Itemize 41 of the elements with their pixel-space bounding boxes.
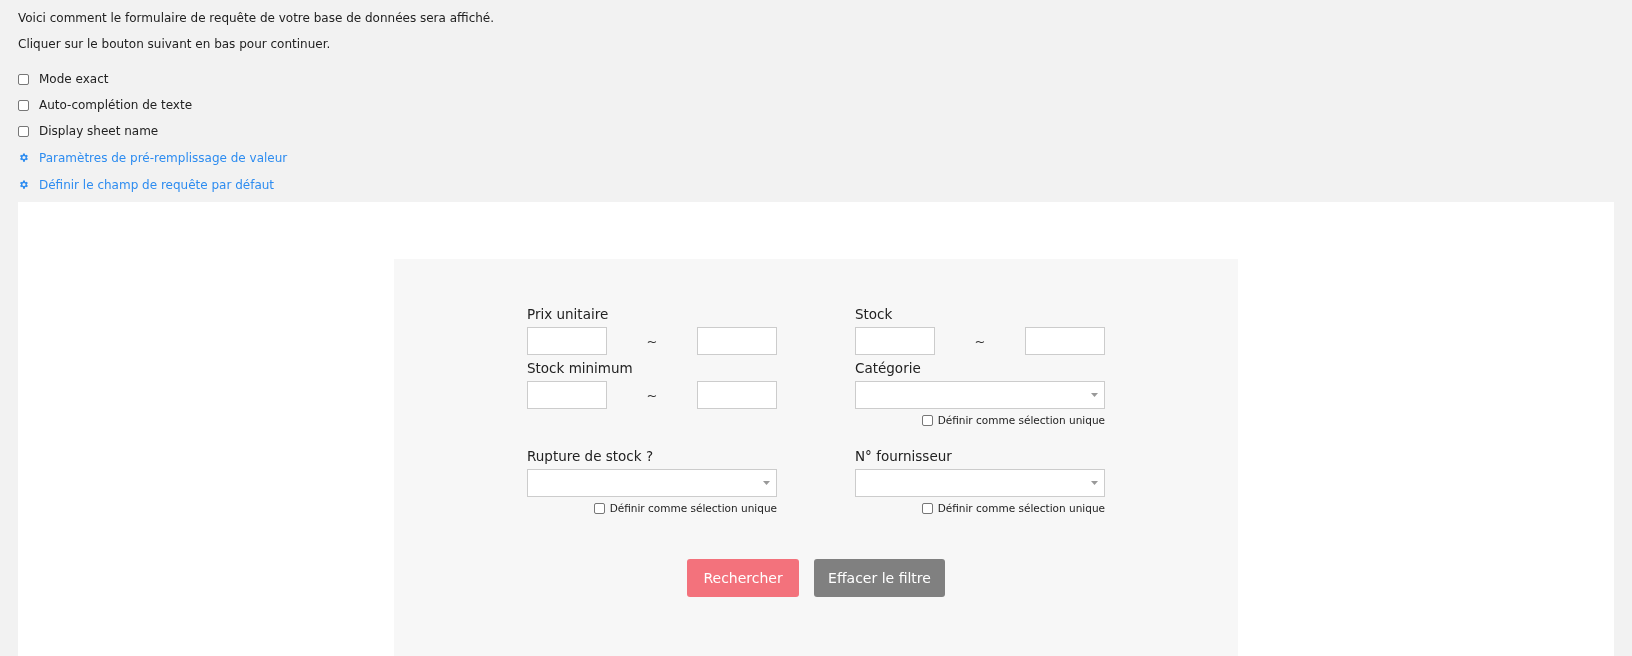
range-separator: ~ (973, 333, 987, 349)
option-label: Auto-complétion de texte (39, 98, 193, 112)
field-label: N° fournisseur (855, 447, 953, 466)
option-label: Display sheet name (39, 124, 159, 138)
field-label: Catégorie (855, 359, 922, 378)
range-from-input[interactable] (527, 381, 607, 409)
dropdown-field[interactable] (527, 469, 777, 497)
option-label: Définir comme sélection unique (937, 502, 1105, 514)
range-to-input[interactable] (697, 327, 777, 355)
checkbox[interactable] (18, 99, 29, 111)
field-label: Stock minimum (527, 359, 634, 378)
checkbox[interactable] (921, 502, 933, 514)
settings-link[interactable]: Paramètres de pré-remplissage de valeur (39, 150, 288, 165)
intro-text: Cliquer sur le bouton suivant en bas pour continuer. (18, 36, 332, 52)
intro-text: Voici comment le formulaire de requête de votre base de données sera affiché. (18, 10, 496, 26)
settings-link[interactable]: Définir le champ de requête par défaut (39, 177, 275, 192)
range-from-input[interactable] (527, 327, 607, 355)
option-label: Définir comme sélection unique (609, 502, 777, 514)
dropdown-field[interactable] (855, 469, 1105, 497)
caret-icon (1091, 481, 1098, 485)
checkbox[interactable] (18, 73, 29, 85)
settings-icon (18, 152, 29, 163)
option-label: Définir comme sélection unique (937, 414, 1105, 426)
field-label: Prix unitaire (527, 305, 610, 324)
checkbox[interactable] (593, 502, 605, 514)
checkbox[interactable] (18, 125, 29, 137)
checkbox[interactable] (921, 414, 933, 426)
dropdown-field[interactable] (855, 381, 1105, 409)
option-label: Mode exact (39, 72, 109, 86)
range-separator: ~ (645, 387, 659, 403)
range-separator: ~ (645, 333, 659, 349)
range-to-input[interactable] (697, 381, 777, 409)
caret-icon (763, 481, 770, 485)
range-to-input[interactable] (1025, 327, 1105, 355)
field-label: Stock (855, 305, 894, 324)
range-from-input[interactable] (855, 327, 935, 355)
clear-filter-button[interactable]: Effacer le filtre (814, 559, 945, 597)
search-button[interactable]: Rechercher (687, 559, 800, 597)
settings-icon (18, 179, 29, 190)
field-label: Rupture de stock ? (527, 447, 655, 466)
caret-icon (1091, 393, 1098, 397)
